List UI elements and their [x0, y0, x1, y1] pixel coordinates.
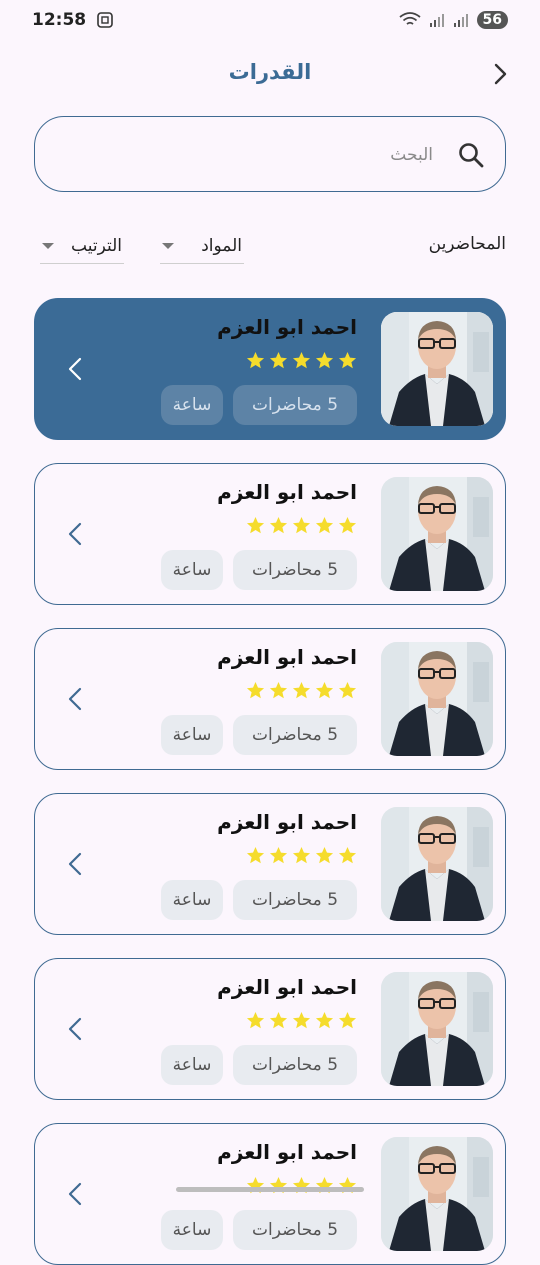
chevron-right-icon[interactable]: [488, 62, 512, 86]
hours-chip: ساعة: [161, 550, 223, 590]
chevron-left-icon[interactable]: [63, 685, 87, 713]
instructor-card[interactable]: احمد ابو العزم 5 محاضراتساعة: [34, 298, 506, 440]
hours-chip: ساعة: [161, 385, 223, 425]
star-icon: [338, 1011, 357, 1030]
star-icon: [269, 351, 288, 370]
avatar: [381, 1137, 493, 1251]
instructor-name: احمد ابو العزم: [217, 315, 357, 339]
subjects-dropdown[interactable]: المواد: [160, 228, 244, 264]
star-icon: [246, 351, 265, 370]
rating-stars: [246, 516, 357, 535]
search-placeholder: البحث: [390, 145, 433, 165]
star-icon: [246, 1176, 265, 1195]
status-left: 12:58: [32, 10, 114, 30]
rating-stars: [246, 1011, 357, 1030]
rating-stars: [246, 846, 357, 865]
star-icon: [292, 1176, 311, 1195]
hours-chip: ساعة: [161, 1210, 223, 1250]
chevron-left-icon[interactable]: [63, 1180, 87, 1208]
avatar: [381, 807, 493, 921]
instructor-card[interactable]: احمد ابو العزم 5 محاضراتساعة: [34, 1123, 506, 1265]
signal-icon: [429, 12, 445, 28]
star-icon: [292, 846, 311, 865]
star-icon: [315, 516, 334, 535]
avatar: [381, 312, 493, 426]
rating-stars: [246, 681, 357, 700]
status-right: 56: [399, 11, 508, 29]
star-icon: [338, 516, 357, 535]
star-icon: [338, 351, 357, 370]
rating-stars: [246, 351, 357, 370]
sort-dropdown-label: الترتيب: [71, 236, 122, 256]
top-bar: القدرات: [0, 52, 540, 96]
sort-dropdown[interactable]: الترتيب: [40, 228, 124, 264]
lectures-chip: 5 محاضرات: [233, 550, 357, 590]
star-icon: [315, 681, 334, 700]
star-icon: [246, 681, 265, 700]
star-icon: [292, 516, 311, 535]
lectures-chip: 5 محاضرات: [233, 880, 357, 920]
star-icon: [315, 1176, 334, 1195]
star-icon: [315, 351, 334, 370]
star-icon: [315, 1011, 334, 1030]
chevron-left-icon[interactable]: [63, 850, 87, 878]
star-icon: [269, 681, 288, 700]
star-icon: [269, 1011, 288, 1030]
rating-stars: [246, 1176, 357, 1195]
avatar: [381, 972, 493, 1086]
hours-chip: ساعة: [161, 880, 223, 920]
lectures-chip: 5 محاضرات: [233, 1210, 357, 1250]
filters-row: المحاضرين المواد الترتيب: [0, 228, 540, 268]
star-icon: [292, 681, 311, 700]
instructor-name: احمد ابو العزم: [217, 810, 357, 834]
avatar: [381, 642, 493, 756]
signal-icon: [453, 12, 469, 28]
avatar: [381, 477, 493, 591]
chevron-left-icon[interactable]: [63, 1015, 87, 1043]
star-icon: [338, 846, 357, 865]
star-icon: [338, 1176, 357, 1195]
chevron-left-icon[interactable]: [63, 520, 87, 548]
instructor-card[interactable]: احمد ابو العزم 5 محاضراتساعة: [34, 463, 506, 605]
chevron-left-icon[interactable]: [63, 355, 87, 383]
star-icon: [269, 1176, 288, 1195]
star-icon: [246, 516, 265, 535]
instructor-name: احمد ابو العزم: [217, 1140, 357, 1164]
page-title: القدرات: [0, 60, 540, 84]
star-icon: [246, 846, 265, 865]
lectures-chip: 5 محاضرات: [233, 385, 357, 425]
star-icon: [338, 681, 357, 700]
filter-label-instructors: المحاضرين: [429, 234, 506, 254]
instructor-name: احمد ابو العزم: [217, 480, 357, 504]
subjects-dropdown-label: المواد: [201, 236, 242, 256]
lectures-chip: 5 محاضرات: [233, 715, 357, 755]
instructor-name: احمد ابو العزم: [217, 645, 357, 669]
dropdown-arrow-icon: [162, 243, 174, 249]
star-icon: [246, 1011, 265, 1030]
status-bar: 12:58 56: [0, 0, 540, 40]
screenshot-icon: [96, 11, 114, 29]
search-input[interactable]: البحث: [34, 116, 506, 192]
search-icon[interactable]: [457, 141, 485, 169]
instructor-card[interactable]: احمد ابو العزم 5 محاضراتساعة: [34, 958, 506, 1100]
instructor-name: احمد ابو العزم: [217, 975, 357, 999]
hours-chip: ساعة: [161, 1045, 223, 1085]
star-icon: [292, 351, 311, 370]
star-icon: [269, 516, 288, 535]
lectures-chip: 5 محاضرات: [233, 1045, 357, 1085]
home-indicator: [176, 1187, 364, 1192]
star-icon: [292, 1011, 311, 1030]
dropdown-arrow-icon: [42, 243, 54, 249]
status-time: 12:58: [32, 10, 86, 30]
star-icon: [315, 846, 334, 865]
battery-icon: 56: [477, 11, 508, 29]
instructor-card[interactable]: احمد ابو العزم 5 محاضراتساعة: [34, 628, 506, 770]
instructor-card[interactable]: احمد ابو العزم 5 محاضراتساعة: [34, 793, 506, 935]
wifi-icon: [399, 12, 421, 28]
hours-chip: ساعة: [161, 715, 223, 755]
star-icon: [269, 846, 288, 865]
